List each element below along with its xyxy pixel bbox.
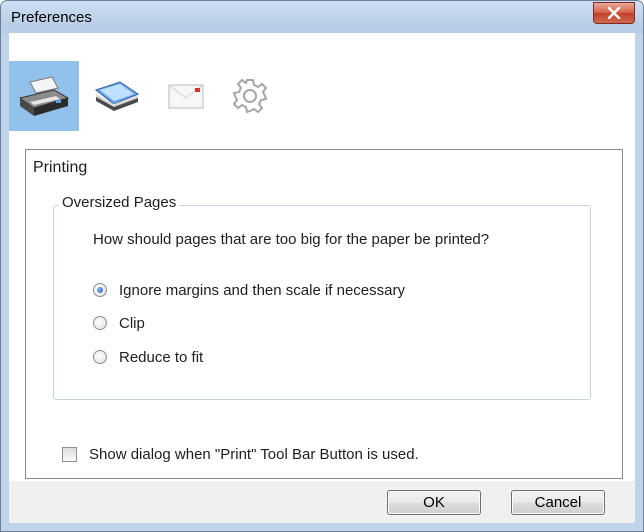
preferences-window: Preferences Printing Oversized Pages How… [0, 0, 644, 532]
radio-reduce-to-fit[interactable]: Reduce to fit [93, 347, 203, 367]
radio-ignore-margins[interactable]: Ignore margins and then scale if necessa… [93, 280, 405, 300]
show-dialog-checkbox[interactable] [62, 447, 77, 462]
radio-button[interactable] [93, 350, 107, 364]
group-legend: Oversized Pages [59, 194, 180, 211]
radio-button[interactable] [93, 283, 107, 297]
ok-button[interactable]: OK [387, 490, 481, 515]
printing-panel: Printing Oversized Pages How should page… [25, 149, 623, 479]
toolbar-printer-button[interactable] [9, 61, 79, 131]
panel-title: Printing [33, 159, 88, 176]
toolbar-settings-button[interactable] [215, 61, 285, 131]
radio-label: Clip [119, 314, 145, 332]
cancel-button[interactable]: Cancel [511, 490, 605, 515]
oversize-question: How should pages that are too big for th… [93, 231, 490, 248]
radio-clip[interactable]: Clip [93, 313, 145, 333]
radio-button[interactable] [93, 316, 107, 330]
window-title: Preferences [11, 9, 92, 26]
category-toolbar [9, 33, 635, 139]
radio-label: Reduce to fit [119, 348, 204, 366]
checkbox-label: Show dialog when "Print" Tool Bar Button… [89, 446, 419, 463]
scanner-icon [90, 76, 142, 116]
gear-icon [231, 77, 269, 115]
show-dialog-option[interactable]: Show dialog when "Print" Tool Bar Button… [62, 446, 419, 463]
close-x-icon [607, 7, 621, 19]
toolbar-email-button[interactable] [151, 61, 221, 131]
printer-icon [16, 72, 72, 120]
content-area: Printing Oversized Pages How should page… [9, 139, 635, 481]
button-bar: OK Cancel [9, 481, 635, 523]
envelope-icon [166, 80, 206, 112]
radio-label: Ignore margins and then scale if necessa… [119, 281, 405, 299]
close-button[interactable] [593, 2, 635, 24]
title-bar[interactable]: Preferences [1, 1, 643, 33]
toolbar-scanner-button[interactable] [81, 61, 151, 131]
